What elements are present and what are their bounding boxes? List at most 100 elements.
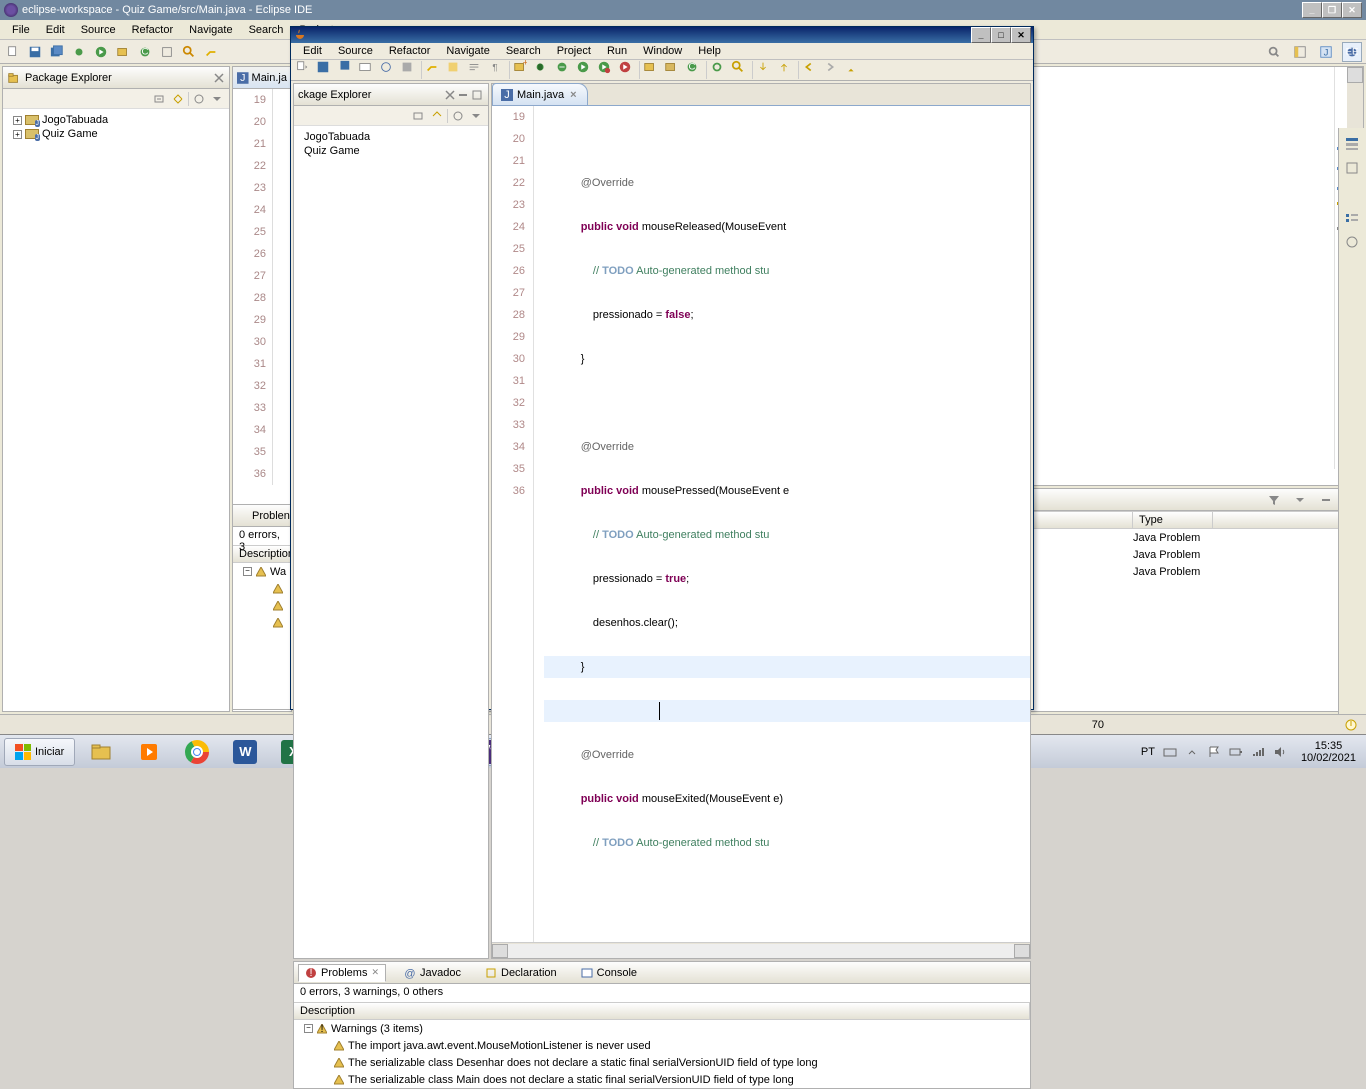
- inner-tree-jogotabuada[interactable]: JogoTabuada: [298, 130, 484, 144]
- flag-icon[interactable]: [1207, 745, 1221, 759]
- inner-close-button[interactable]: ✕: [1011, 27, 1031, 43]
- inner-gutter[interactable]: 19 20 21 22 23 24 25 26 27 28 29 30 31 3…: [492, 106, 534, 942]
- language-indicator[interactable]: PT: [1141, 746, 1155, 758]
- outline-icon[interactable]: [1344, 136, 1360, 152]
- menu-refactor[interactable]: Refactor: [124, 22, 182, 38]
- menu-file[interactable]: File: [4, 22, 38, 38]
- link-editor-icon[interactable]: [429, 108, 445, 124]
- skip-breakpoints-icon[interactable]: [379, 60, 397, 80]
- outer-title-bar[interactable]: eclipse-workspace - Quiz Game/src/Main.j…: [0, 0, 1366, 20]
- external-tools-icon[interactable]: [618, 60, 636, 80]
- task-word[interactable]: W: [223, 738, 267, 766]
- new-package-icon[interactable]: +: [513, 60, 531, 80]
- debug-icon[interactable]: [70, 43, 88, 61]
- scroll-right-icon[interactable]: [1014, 944, 1030, 958]
- quick-access-icon[interactable]: [1264, 42, 1284, 62]
- search-icon[interactable]: [731, 60, 749, 80]
- open-type-icon[interactable]: [158, 43, 176, 61]
- outer-warn-item[interactable]: [233, 614, 291, 631]
- problems-rows[interactable]: − ! Warnings (3 items) The import java.a…: [294, 1020, 1030, 1088]
- tray-chevron-icon[interactable]: [1185, 745, 1199, 759]
- filter-icon[interactable]: [1267, 493, 1281, 507]
- inner-eclipse-window[interactable]: _ □ ✕ Edit Source Refactor Navigate Sear…: [290, 26, 1034, 710]
- outer-warn-group[interactable]: −Wa: [233, 563, 291, 580]
- code-area[interactable]: 19 20 21 22 23 24 25 26 27 28 29 30 31 3…: [492, 106, 1030, 942]
- forward-icon[interactable]: [823, 60, 841, 80]
- tab-console[interactable]: Console: [575, 965, 643, 981]
- minimize-view-icon[interactable]: [1319, 493, 1333, 507]
- minimize-button[interactable]: _: [1302, 2, 1322, 18]
- col-type[interactable]: Type: [1133, 512, 1213, 528]
- save-icon[interactable]: [26, 43, 44, 61]
- menu-edit[interactable]: Edit: [38, 22, 73, 38]
- menu-navigate[interactable]: Navigate: [181, 22, 240, 38]
- focus-task-icon[interactable]: [191, 91, 207, 107]
- col-description[interactable]: Description: [294, 1003, 1030, 1019]
- focus-task-icon[interactable]: [450, 108, 466, 124]
- start-button[interactable]: Iniciar: [4, 738, 75, 766]
- warning-item[interactable]: The import java.awt.event.MouseMotionLis…: [294, 1037, 1030, 1054]
- view-menu-icon[interactable]: [209, 91, 225, 107]
- perspective-java-icon[interactable]: J: [1316, 42, 1336, 62]
- outer-editor-tab[interactable]: J Main.ja: [233, 67, 291, 89]
- close-view-icon[interactable]: [213, 72, 225, 84]
- open-task-icon[interactable]: [358, 60, 376, 80]
- outer-problems-tab-partial[interactable]: ! Problen: [233, 505, 291, 527]
- close-view-icon[interactable]: [444, 89, 456, 101]
- tab-javadoc[interactable]: @ Javadoc: [398, 965, 467, 981]
- collapse-all-icon[interactable]: [152, 91, 168, 107]
- inner-editor-tab[interactable]: J Main.java ×: [492, 83, 588, 105]
- search-icon[interactable]: [180, 43, 198, 61]
- inner-maximize-button[interactable]: □: [991, 27, 1011, 43]
- keyboard-icon[interactable]: [1163, 745, 1177, 759]
- warnings-group[interactable]: − ! Warnings (3 items): [294, 1020, 1030, 1037]
- new-dropdown-icon[interactable]: [295, 60, 313, 80]
- new-java-package-icon[interactable]: [664, 60, 682, 80]
- expand-icon[interactable]: +: [13, 130, 22, 139]
- task-media[interactable]: [127, 738, 171, 766]
- save-all-icon[interactable]: [337, 60, 355, 80]
- outer-warn-item[interactable]: [233, 597, 291, 614]
- run-dropdown-icon[interactable]: [576, 60, 594, 80]
- task-explorer[interactable]: [79, 738, 123, 766]
- save-all-icon[interactable]: [48, 43, 66, 61]
- horizontal-scrollbar[interactable]: [492, 942, 1030, 958]
- close-tab-icon[interactable]: ×: [568, 89, 578, 101]
- new-package-icon[interactable]: [114, 43, 132, 61]
- inner-menu-edit[interactable]: Edit: [295, 43, 330, 59]
- menu-source[interactable]: Source: [73, 22, 124, 38]
- link-editor-icon[interactable]: [170, 91, 186, 107]
- tree-node-quizgame[interactable]: + Quiz Game: [7, 127, 225, 141]
- pin-icon[interactable]: [844, 60, 862, 80]
- open-type-icon[interactable]: [710, 60, 728, 80]
- tab-declaration[interactable]: Declaration: [479, 965, 563, 981]
- back-icon[interactable]: [802, 60, 820, 80]
- new-class-icon[interactable]: C: [136, 43, 154, 61]
- pkg-view-title[interactable]: Package Explorer: [3, 67, 229, 89]
- scroll-left-icon[interactable]: [492, 944, 508, 958]
- close-button[interactable]: ✕: [1342, 2, 1362, 18]
- maximize-button[interactable]: ❐: [1322, 2, 1342, 18]
- tip-icon[interactable]: [1344, 718, 1358, 732]
- debug-dropdown-icon[interactable]: [534, 60, 552, 80]
- clock[interactable]: 15:35 10/02/2021: [1295, 740, 1362, 764]
- inner-menu-search[interactable]: Search: [498, 43, 549, 59]
- warning-item[interactable]: The serializable class Desenhar does not…: [294, 1054, 1030, 1071]
- new-icon[interactable]: [4, 43, 22, 61]
- inner-pkg-title[interactable]: ckage Explorer: [294, 84, 488, 106]
- inner-minimize-button[interactable]: _: [971, 27, 991, 43]
- run-icon[interactable]: [92, 43, 110, 61]
- inner-menu-help[interactable]: Help: [690, 43, 729, 59]
- toggle-mark-icon[interactable]: [202, 43, 220, 61]
- toggle-block-icon[interactable]: [446, 60, 464, 80]
- inner-menu-navigate[interactable]: Navigate: [438, 43, 497, 59]
- perspective-open-icon[interactable]: [1290, 42, 1310, 62]
- wrap-icon[interactable]: [467, 60, 485, 80]
- tree-node-jogotabuada[interactable]: + JogoTabuada: [7, 113, 225, 127]
- inner-tree-quizgame[interactable]: Quiz Game: [298, 144, 484, 158]
- outline-icon2[interactable]: [1344, 210, 1360, 226]
- coverage-icon[interactable]: [555, 60, 573, 80]
- inner-menu-project[interactable]: Project: [549, 43, 599, 59]
- inner-menu-refactor[interactable]: Refactor: [381, 43, 439, 59]
- tab-problems[interactable]: ! Problems ✕: [298, 964, 386, 982]
